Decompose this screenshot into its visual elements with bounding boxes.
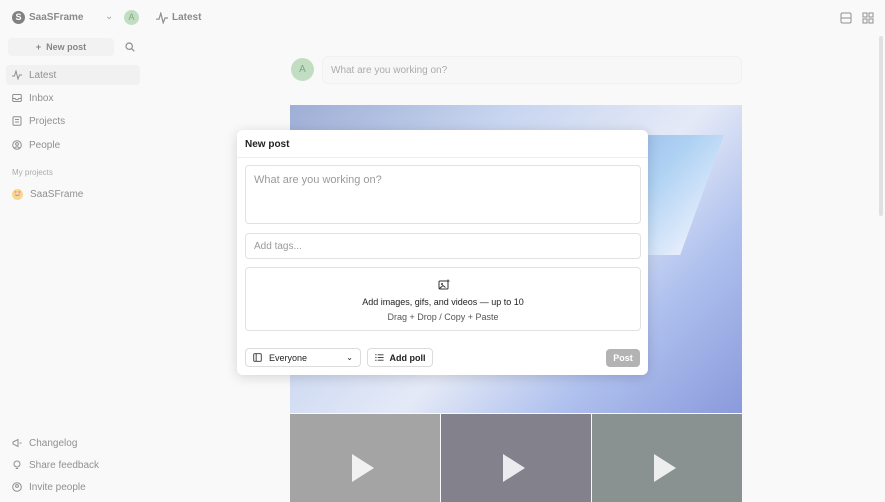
- add-poll-button[interactable]: Add poll: [367, 348, 433, 367]
- upload-title: Add images, gifs, and videos — up to 10: [362, 297, 524, 307]
- divider: [237, 157, 648, 158]
- image-upload-icon: [438, 279, 450, 290]
- audience-value: Everyone: [269, 352, 308, 363]
- post-body-input[interactable]: What are you working on?: [245, 165, 641, 224]
- chevron-down-icon: ⌄: [346, 353, 353, 362]
- post-button[interactable]: Post: [606, 349, 640, 367]
- audience-icon: [253, 353, 262, 362]
- media-dropzone[interactable]: Add images, gifs, and videos — up to 10 …: [245, 267, 641, 331]
- add-poll-label: Add poll: [389, 352, 426, 363]
- modal-title: New post: [245, 139, 290, 150]
- audience-select[interactable]: Everyone ⌄: [245, 348, 361, 367]
- poll-icon: [374, 354, 384, 361]
- tags-input[interactable]: Add tags...: [245, 233, 641, 259]
- new-post-modal: New post What are you working on? Add ta…: [237, 130, 648, 375]
- upload-hint: Drag + Drop / Copy + Paste: [387, 312, 499, 322]
